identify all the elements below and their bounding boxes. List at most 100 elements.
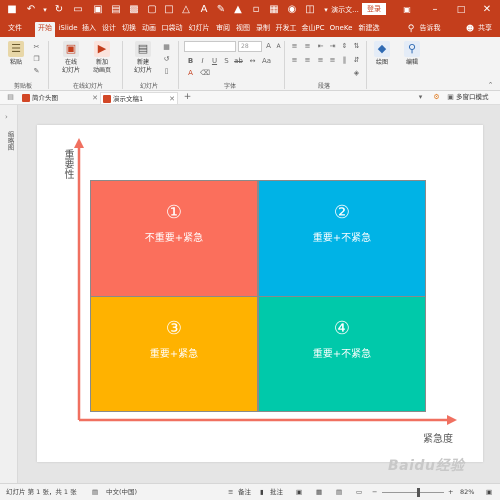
- notes-button[interactable]: 备注: [238, 488, 251, 497]
- normal-view-icon[interactable]: ▣: [296, 488, 302, 497]
- drawing-button[interactable]: ◆ 绘图: [370, 41, 394, 67]
- new-slide-button[interactable]: ▤ 新建 幻灯片: [128, 41, 158, 75]
- columns-icon[interactable]: ‖: [340, 56, 349, 65]
- multiwindow-label[interactable]: 多窗口模式: [456, 93, 489, 102]
- lightbulb-icon[interactable]: ⚲: [405, 23, 417, 35]
- doc-tab-intro[interactable]: 简介头图 ✕: [20, 92, 100, 104]
- zoom-slider-thumb[interactable]: [417, 488, 420, 497]
- increase-font-icon[interactable]: A: [264, 42, 273, 51]
- line-spacing-icon[interactable]: ⇕: [340, 42, 349, 51]
- redo-icon[interactable]: ↻: [53, 4, 65, 16]
- cut-icon[interactable]: ✂: [32, 43, 41, 52]
- copy-icon[interactable]: ❐: [32, 55, 41, 64]
- text-direction-icon[interactable]: ⇅: [352, 42, 361, 51]
- reset-icon[interactable]: ↺: [162, 55, 171, 64]
- close-tab-icon[interactable]: ✕: [92, 92, 98, 104]
- outline-icon[interactable]: ▫: [250, 4, 262, 16]
- collapse-ribbon-icon[interactable]: ⌃: [486, 81, 495, 90]
- char-spacing-icon[interactable]: ↔: [248, 57, 257, 66]
- numbering-icon[interactable]: ≡: [303, 42, 312, 51]
- align-left-icon[interactable]: ≡: [290, 56, 299, 65]
- close-tab-icon[interactable]: ✕: [169, 93, 175, 105]
- tab-design[interactable]: 设计: [100, 22, 118, 35]
- highlight-icon[interactable]: ✎: [215, 4, 227, 16]
- slideshow-icon[interactable]: ▭: [72, 4, 84, 16]
- thumbnail-pane[interactable]: › 缩略图: [0, 105, 18, 483]
- slide-sorter-icon[interactable]: ▦: [316, 488, 322, 497]
- record-icon[interactable]: ◉: [286, 4, 298, 16]
- tab-pocket-animation[interactable]: 口袋动: [160, 22, 184, 35]
- reading-view-icon[interactable]: ▤: [336, 488, 342, 497]
- font-family-select[interactable]: [184, 41, 236, 52]
- decrease-font-icon[interactable]: A: [274, 42, 283, 51]
- slideshow-view-icon[interactable]: ▭: [356, 488, 362, 497]
- doc-tab-presentation1[interactable]: 演示文稿1 ✕: [100, 92, 178, 104]
- align-center-icon[interactable]: ≡: [303, 56, 312, 65]
- grid-icon[interactable]: ▦: [268, 4, 280, 16]
- tab-record[interactable]: 录制: [254, 22, 272, 35]
- tab-animations[interactable]: 动画: [140, 22, 158, 35]
- minimize-icon[interactable]: –: [428, 3, 442, 17]
- tab-file[interactable]: 文件: [6, 22, 24, 35]
- textbox-icon[interactable]: □: [163, 4, 175, 16]
- multiwindow-icon[interactable]: ▣: [446, 93, 455, 102]
- notes-icon[interactable]: ≡: [228, 488, 233, 497]
- fit-to-window-icon[interactable]: ▣: [486, 488, 492, 497]
- print-preview-icon[interactable]: ▤: [110, 4, 122, 16]
- spellcheck-icon[interactable]: ▤: [92, 488, 98, 497]
- quadrant-3[interactable]: ③ 重要+紧急: [90, 296, 258, 412]
- add-tab-button[interactable]: +: [183, 93, 192, 102]
- slide-canvas[interactable]: 重要性 紧急度 ① 不重要+紧急 ② 重要+不紧急 ③ 重要+紧急 ④ 重要+不…: [37, 125, 483, 462]
- shadow-icon[interactable]: S: [222, 57, 231, 66]
- font-color-icon[interactable]: A: [198, 4, 210, 16]
- zoom-level[interactable]: 82%: [460, 488, 474, 497]
- close-icon[interactable]: ✕: [480, 3, 494, 17]
- clear-format-icon[interactable]: ⌫: [200, 69, 210, 78]
- align-right-icon[interactable]: ≡: [316, 56, 325, 65]
- new-animation-page-button[interactable]: ▶ 新加 动画页: [88, 41, 116, 75]
- online-slide-button[interactable]: ▣ 在线 幻灯片: [58, 41, 84, 75]
- shape-icon[interactable]: △: [180, 4, 192, 16]
- save-icon[interactable]: ■: [6, 4, 18, 16]
- tab-kingsoft-pc[interactable]: 金山PC: [300, 22, 326, 35]
- section-icon[interactable]: ▯: [162, 67, 171, 76]
- font-color-icon[interactable]: A: [186, 69, 195, 78]
- presenter-icon[interactable]: ▣: [92, 4, 104, 16]
- login-button[interactable]: 登录: [362, 3, 386, 15]
- comments-icon[interactable]: ▮: [260, 488, 264, 497]
- underline-icon[interactable]: U: [210, 57, 219, 66]
- tab-slideshow[interactable]: 幻灯片: [187, 22, 211, 35]
- bold-icon[interactable]: B: [186, 57, 195, 66]
- settings-gear-icon[interactable]: ⚙: [432, 93, 441, 102]
- tab-insert[interactable]: 插入: [80, 22, 98, 35]
- align-text-icon[interactable]: ⇵: [352, 56, 361, 65]
- format-painter-icon[interactable]: ✎: [32, 67, 41, 76]
- quadrant-2[interactable]: ② 重要+不紧急: [258, 180, 426, 297]
- tab-list-icon[interactable]: ▤: [6, 93, 15, 102]
- undo-dropdown-icon[interactable]: ▾: [39, 4, 51, 16]
- tab-onekey[interactable]: OneKe: [328, 22, 354, 35]
- image-icon[interactable]: ▩: [128, 4, 140, 16]
- expand-pane-icon[interactable]: ›: [5, 113, 8, 121]
- ribbon-display-icon[interactable]: ▣: [400, 3, 414, 17]
- italic-icon[interactable]: I: [198, 57, 207, 66]
- share-button[interactable]: 共享: [476, 22, 494, 35]
- undo-icon[interactable]: ↶: [25, 4, 37, 16]
- tab-review[interactable]: 审阅: [214, 22, 232, 35]
- tell-me-search[interactable]: 告诉我: [417, 22, 443, 35]
- zoom-in-button[interactable]: +: [448, 488, 453, 497]
- comments-button[interactable]: 批注: [270, 488, 283, 497]
- smartart-icon[interactable]: ◈: [352, 69, 361, 78]
- increase-indent-icon[interactable]: ⇥: [328, 42, 337, 51]
- maximize-icon[interactable]: □: [454, 3, 468, 17]
- tab-dropdown-icon[interactable]: ▾: [416, 93, 425, 102]
- layout-icon[interactable]: ◫: [304, 4, 316, 16]
- tab-new-selection[interactable]: 新建选: [356, 22, 382, 35]
- aspect-ratio-icon[interactable]: ▢: [146, 4, 158, 16]
- zoom-slider-track[interactable]: [382, 492, 444, 493]
- share-user-icon[interactable]: ☻: [464, 23, 476, 35]
- tab-islide[interactable]: iSlide: [57, 22, 79, 35]
- bullets-icon[interactable]: ≡: [290, 42, 299, 51]
- shape-fill-icon[interactable]: ▲: [232, 4, 244, 16]
- language-indicator[interactable]: 中文(中国): [106, 488, 137, 497]
